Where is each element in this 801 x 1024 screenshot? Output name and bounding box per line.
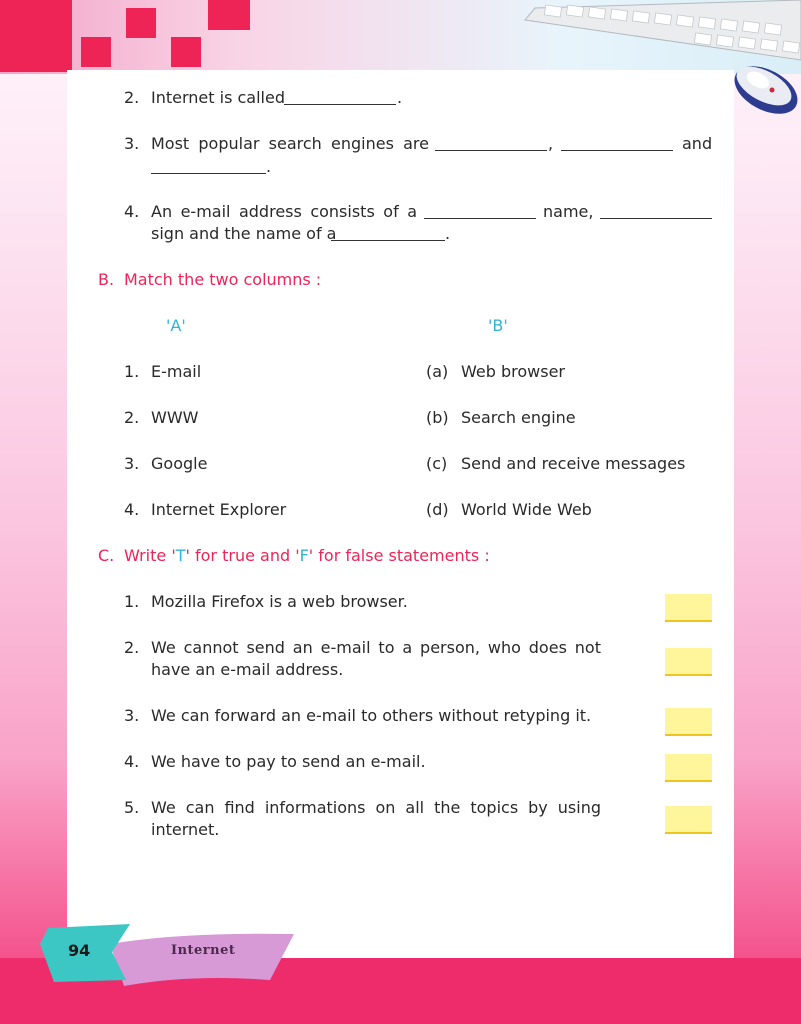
match-item-b: Web browser bbox=[461, 362, 565, 381]
question-text: and bbox=[682, 134, 713, 153]
statement-number: 5. bbox=[124, 798, 140, 817]
statement-text: We have to pay to send an e-mail. bbox=[151, 752, 426, 771]
column-a-heading: 'A' bbox=[166, 316, 186, 335]
match-number: 4. bbox=[124, 500, 140, 519]
question-text: name, bbox=[543, 202, 594, 221]
column-b-heading: 'B' bbox=[488, 316, 508, 335]
statement-number: 3. bbox=[124, 706, 140, 725]
question-number: 4. bbox=[124, 202, 140, 221]
blank-line[interactable] bbox=[561, 150, 673, 151]
answer-box[interactable] bbox=[665, 594, 712, 622]
punctuation: . bbox=[445, 224, 451, 243]
match-item-a: E-mail bbox=[151, 362, 202, 381]
blank-line[interactable] bbox=[435, 150, 547, 151]
question-text: Internet is called bbox=[151, 88, 285, 107]
match-item-b: World Wide Web bbox=[461, 500, 592, 519]
section-letter: B. bbox=[98, 270, 115, 289]
keyboard-image bbox=[524, 0, 801, 61]
section-heading: Write 'T' for true and 'F' for false sta… bbox=[124, 546, 490, 565]
statement-text: internet. bbox=[151, 820, 220, 839]
page-number: 94 bbox=[68, 941, 91, 960]
answer-box[interactable] bbox=[665, 806, 712, 834]
punctuation: . bbox=[266, 157, 272, 176]
match-number: 1. bbox=[124, 362, 140, 381]
mouse-image bbox=[734, 66, 798, 114]
question-text: An e-mail address consists of a bbox=[151, 202, 417, 221]
match-letter: (c) bbox=[426, 454, 448, 473]
decor-square bbox=[171, 37, 201, 67]
statement-number: 4. bbox=[124, 752, 140, 771]
match-letter: (a) bbox=[426, 362, 449, 381]
blank-line[interactable] bbox=[424, 218, 536, 219]
match-item-b: Send and receive messages bbox=[461, 454, 686, 473]
statement-text: We can forward an e-mail to others witho… bbox=[151, 706, 592, 725]
match-item-b: Search engine bbox=[461, 408, 576, 427]
match-item-a: WWW bbox=[151, 408, 199, 427]
statement-text: We cannot send an e-mail to a person, wh… bbox=[151, 638, 601, 657]
section-letter: C. bbox=[98, 546, 115, 565]
match-letter: (d) bbox=[426, 500, 449, 519]
blank-line[interactable] bbox=[151, 173, 266, 174]
answer-box[interactable] bbox=[665, 754, 712, 782]
statement-text: have an e-mail address. bbox=[151, 660, 344, 679]
question-text: sign and the name of a bbox=[151, 224, 337, 243]
blank-line[interactable] bbox=[600, 218, 712, 219]
match-item-a: Google bbox=[151, 454, 208, 473]
punctuation: . bbox=[397, 88, 403, 107]
match-letter: (b) bbox=[426, 408, 449, 427]
decor-square bbox=[81, 37, 111, 67]
statement-text: Mozilla Firefox is a web browser. bbox=[151, 592, 408, 611]
match-number: 2. bbox=[124, 408, 140, 427]
statement-text: We can find informations on all the topi… bbox=[151, 798, 601, 817]
statement-number: 2. bbox=[124, 638, 140, 657]
statement-number: 1. bbox=[124, 592, 140, 611]
question-number: 3. bbox=[124, 134, 140, 153]
match-item-a: Internet Explorer bbox=[151, 500, 287, 519]
decor-square bbox=[126, 8, 156, 38]
question-text: Most popular search engines are bbox=[151, 134, 429, 153]
decor-square bbox=[208, 0, 250, 30]
blank-line[interactable] bbox=[331, 240, 445, 241]
blank-line[interactable] bbox=[284, 104, 396, 105]
question-number: 2. bbox=[124, 88, 140, 107]
punctuation: , bbox=[548, 134, 554, 153]
decor-square bbox=[0, 0, 72, 72]
answer-box[interactable] bbox=[665, 648, 712, 676]
chapter-name: Internet bbox=[171, 943, 236, 958]
answer-box[interactable] bbox=[665, 708, 712, 736]
match-number: 3. bbox=[124, 454, 140, 473]
section-heading: Match the two columns : bbox=[124, 270, 322, 289]
